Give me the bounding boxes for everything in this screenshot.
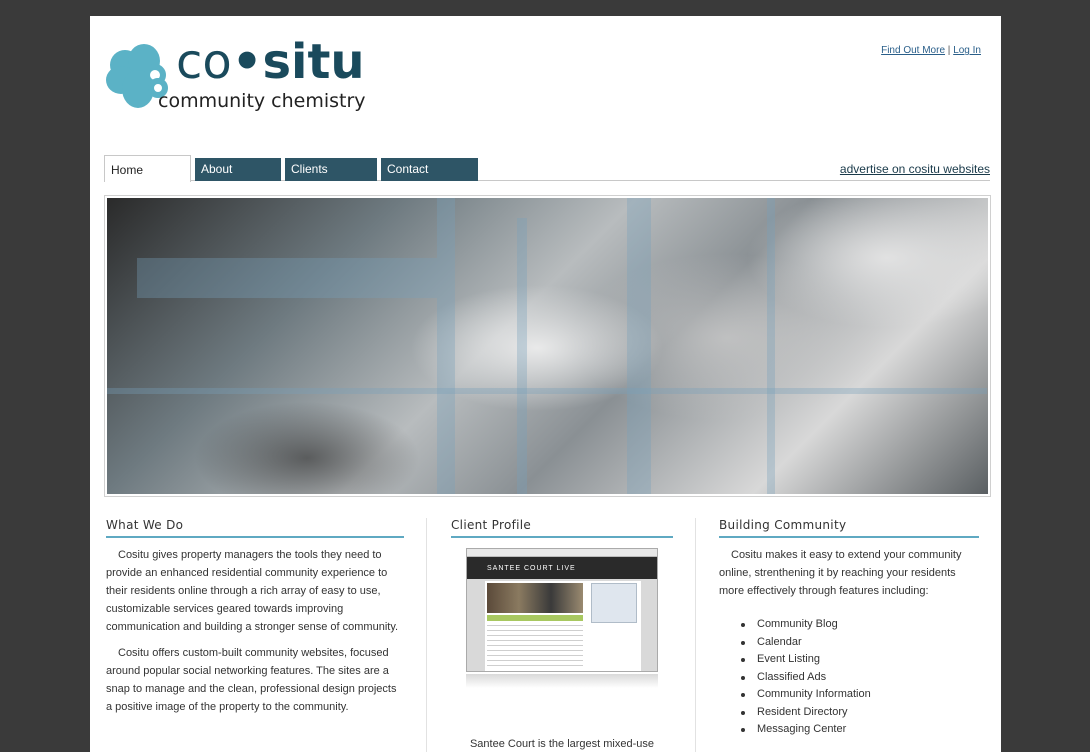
logo-wordmark: co•situ bbox=[176, 34, 365, 90]
main-nav: Home About Clients Contact advertise on … bbox=[104, 155, 990, 182]
hero-hands-image bbox=[107, 198, 988, 494]
list-item: Community Blog bbox=[741, 616, 979, 634]
list-item: Event Listing bbox=[741, 651, 979, 669]
client-profile-section: Client Profile SANTEE COURT LIVE Santee … bbox=[451, 518, 673, 750]
tab-clients[interactable]: Clients bbox=[285, 158, 377, 181]
logo-word-situ: situ bbox=[262, 34, 365, 90]
top-links: Find Out More | Log In bbox=[881, 45, 981, 56]
screenshot-banner: SANTEE COURT LIVE bbox=[467, 557, 657, 579]
screenshot-text-lines bbox=[487, 625, 583, 667]
cositu-logo[interactable]: co•situ community chemistry bbox=[106, 34, 396, 116]
what-we-do-paragraph-1: Cositu gives property managers the tools… bbox=[106, 549, 399, 633]
column-divider bbox=[426, 518, 427, 752]
screenshot-content bbox=[485, 581, 641, 671]
client-site-screenshot[interactable]: SANTEE COURT LIVE bbox=[464, 546, 660, 688]
screenshot-frame: SANTEE COURT LIVE bbox=[466, 548, 658, 672]
find-out-more-link[interactable]: Find Out More bbox=[881, 45, 945, 56]
advertise-link[interactable]: advertise on cositu websites bbox=[840, 162, 990, 176]
building-community-section: Building Community Cositu makes it easy … bbox=[719, 518, 979, 739]
log-in-link[interactable]: Log In bbox=[953, 45, 981, 56]
screenshot-reflection bbox=[466, 674, 658, 688]
page-container: co•situ community chemistry Find Out Mor… bbox=[90, 16, 1001, 752]
building-community-intro: Cositu makes it easy to extend your comm… bbox=[719, 549, 962, 597]
logo-word-dot: • bbox=[231, 34, 263, 90]
list-item: Resident Directory bbox=[741, 704, 979, 722]
tab-about[interactable]: About bbox=[195, 158, 281, 181]
list-item: Community Information bbox=[741, 686, 979, 704]
client-profile-caption: Santee Court is the largest mixed-use bbox=[469, 738, 655, 750]
hero-banner bbox=[104, 195, 991, 497]
tab-home[interactable]: Home bbox=[104, 155, 191, 182]
client-profile-heading: Client Profile bbox=[451, 518, 673, 538]
list-item: Calendar bbox=[741, 634, 979, 652]
list-item: Classified Ads bbox=[741, 669, 979, 687]
building-community-heading: Building Community bbox=[719, 518, 979, 538]
list-item: Messaging Center bbox=[741, 721, 979, 739]
what-we-do-section: What We Do Cositu gives property manager… bbox=[106, 518, 404, 724]
what-we-do-heading: What We Do bbox=[106, 518, 404, 538]
screenshot-green-bar bbox=[487, 615, 583, 621]
tab-contact[interactable]: Contact bbox=[381, 158, 478, 181]
logo-tagline: community chemistry bbox=[158, 90, 366, 112]
screenshot-photo bbox=[487, 583, 583, 613]
top-links-separator: | bbox=[947, 45, 951, 56]
what-we-do-paragraph-2: Cositu offers custom-built community web… bbox=[106, 647, 397, 713]
screenshot-calendar bbox=[591, 583, 637, 623]
screenshot-browser-bar bbox=[467, 549, 657, 557]
feature-list: Community Blog Calendar Event Listing Cl… bbox=[741, 616, 979, 739]
logo-word-co: co bbox=[176, 34, 232, 90]
column-divider bbox=[695, 518, 696, 752]
